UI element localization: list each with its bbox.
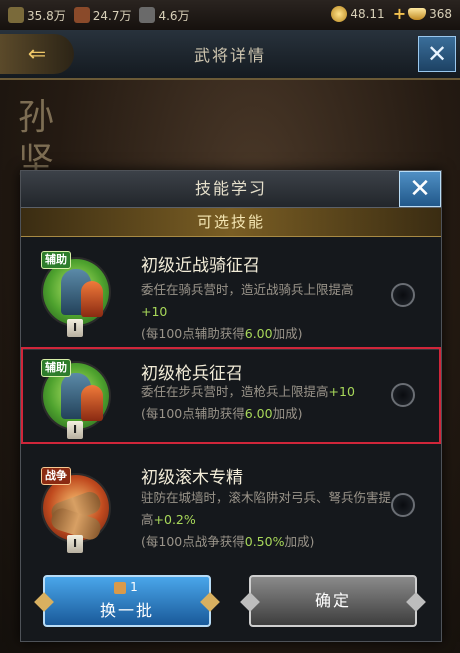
button-ornament [406, 592, 426, 612]
resource-bar: 35.8万 24.7万 4.6万 48.11 + 368 [0, 0, 460, 30]
skill-note-value: 0.50% [244, 534, 285, 549]
refresh-skills-button[interactable]: 1 换一批 [34, 575, 220, 627]
ingot-icon [408, 8, 427, 20]
dialog-close-button[interactable]: ✕ [399, 171, 441, 207]
resource-stone-value: 4.6万 [158, 8, 190, 23]
skill-select-radio[interactable] [391, 493, 415, 517]
header-close-button[interactable]: ✕ [418, 36, 456, 72]
confirm-button[interactable]: 确定 [240, 575, 426, 627]
coin-value: 48.11 [350, 7, 385, 21]
skill-description: 委任在步兵营时，造枪兵上限提高+10 (每100点辅助获得6.00加成) [141, 381, 401, 425]
wood-icon [73, 7, 90, 23]
skill-note-prefix: (每100点战争获得 [141, 534, 245, 549]
skill-level-badge: I [67, 535, 83, 553]
resource-wood: 24.7万 [73, 7, 132, 24]
skill-note-prefix: (每100点辅助获得 [141, 406, 245, 421]
skill-note-value: 6.00 [244, 406, 273, 421]
skill-category-tag: 辅助 [41, 251, 71, 269]
resource-stone: 4.6万 [139, 7, 190, 24]
skill-note-suffix: 加成) [272, 406, 303, 421]
dialog-title: 技能学习 [21, 171, 441, 208]
currency-group: 48.11 + 368 [331, 6, 452, 22]
skill-select-radio[interactable] [391, 383, 415, 407]
skill-desc-bonus: +10 [328, 384, 355, 399]
skill-note-suffix: 加成) [284, 534, 315, 549]
skill-row-cavalry[interactable]: 辅助 I 初级近战骑征召 委任在骑兵营时，造近战骑兵上限提高 +10 (每100… [21, 237, 441, 350]
skill-note-value: 6.00 [244, 326, 273, 341]
horse-figure-icon [81, 281, 103, 317]
button-ornament [240, 592, 260, 612]
skill-row-spearman[interactable]: 辅助 I 初级枪兵征召 委任在步兵营时，造枪兵上限提高+10 (每100点辅助获… [21, 347, 441, 444]
skill-name: 初级近战骑征召 [141, 256, 260, 276]
skill-level-badge: I [67, 319, 83, 337]
page-header: ⇐ 武将详情 ✕ [0, 30, 460, 80]
skill-note-prefix: (每100点辅助获得 [141, 326, 245, 341]
refresh-label: 换一批 [99, 601, 154, 620]
skill-description: 委任在骑兵营时，造近战骑兵上限提高 +10 (每100点辅助获得6.00加成) [141, 279, 401, 345]
confirm-label: 确定 [314, 591, 351, 610]
food-icon [8, 7, 24, 23]
resource-food: 35.8万 [8, 7, 66, 24]
stone-icon [139, 7, 156, 23]
page-title: 武将详情 [193, 46, 266, 65]
refresh-cost: 1 [45, 579, 209, 595]
skill-category-tag: 辅助 [41, 359, 71, 377]
resource-wood-value: 24.7万 [92, 8, 132, 23]
skill-learning-dialog: 技能学习 ✕ 可选技能 辅助 I 初级近战骑征召 委任在骑兵营时，造近战骑兵上限… [20, 170, 442, 642]
skill-desc-bonus: +10 [141, 304, 168, 319]
skill-desc-bonus: +0.2% [153, 512, 196, 527]
resource-food-value: 35.8万 [27, 8, 66, 23]
skill-select-radio[interactable] [391, 283, 415, 307]
skill-row-rolling-log[interactable]: 战争 I 初级滚木专精 驻防在城墙时，滚木陷阱对弓兵、弩兵伤害提高+0.2% (… [21, 451, 441, 563]
skill-desc-text: 委任在骑兵营时，造近战骑兵上限提高 [141, 282, 354, 297]
skill-level-badge: I [67, 421, 83, 439]
refresh-cost-value: 1 [130, 580, 140, 594]
skill-description: 驻防在城墙时，滚木陷阱对弓兵、弩兵伤害提高+0.2% (每100点战争获得0.5… [141, 487, 401, 553]
ingot-value: 368 [429, 7, 452, 21]
skill-name: 初级滚木专精 [141, 468, 243, 488]
scroll-icon [114, 581, 127, 594]
available-skills-header: 可选技能 [21, 208, 441, 237]
add-ingot-button[interactable]: + [393, 6, 406, 22]
skill-desc-text: 委任在步兵营时，造枪兵上限提高 [141, 384, 329, 399]
coin-icon [331, 6, 348, 22]
spear-figure-icon [81, 385, 103, 421]
skill-note-suffix: 加成) [272, 326, 303, 341]
skill-category-tag: 战争 [41, 467, 71, 485]
